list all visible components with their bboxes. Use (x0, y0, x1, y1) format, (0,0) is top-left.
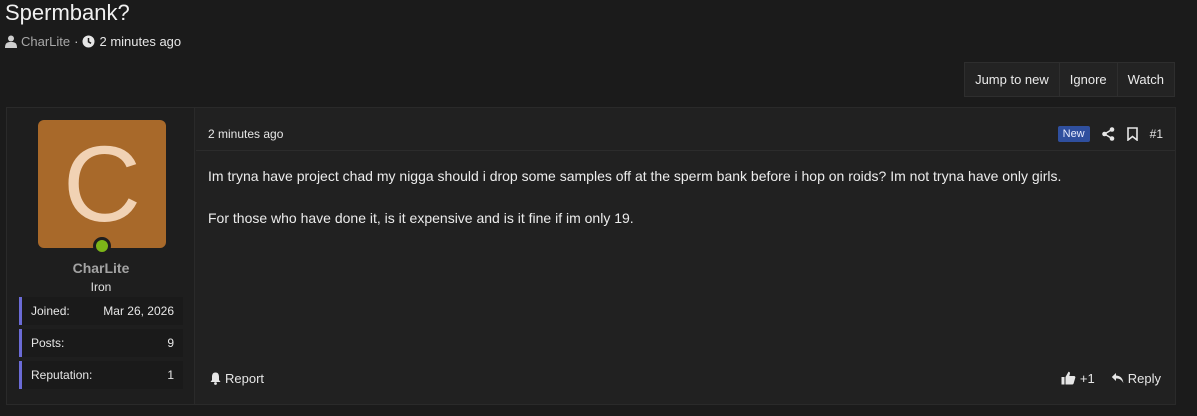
reply-label: Reply (1127, 370, 1161, 386)
stat-joined: Joined: Mar 26, 2026 (19, 297, 183, 325)
stat-posts: Posts: 9 (19, 329, 183, 357)
stat-value: Mar 26, 2026 (103, 304, 174, 318)
post-header: 2 minutes ago New #1 (208, 124, 1163, 144)
stat-label: Reputation: (31, 368, 93, 382)
meta-separator: · (74, 34, 79, 49)
bell-icon (210, 372, 221, 385)
user-icon (5, 35, 17, 48)
share-icon[interactable] (1101, 127, 1115, 141)
post-content: 2 minutes ago New #1 Im tryna have proje… (196, 108, 1175, 404)
thread-meta: CharLite · 2 minutes ago (5, 34, 181, 49)
post-header-actions: New #1 (1057, 126, 1163, 142)
stat-value: 1 (167, 368, 174, 382)
ignore-button[interactable]: Ignore (1058, 63, 1117, 96)
like-button[interactable]: +1 (1061, 371, 1095, 386)
reaction-count: +1 (1079, 370, 1095, 386)
post-time[interactable]: 2 minutes ago (208, 127, 283, 141)
username[interactable]: CharLite (7, 260, 195, 276)
stat-reputation: Reputation: 1 (19, 361, 183, 389)
bookmark-icon[interactable] (1126, 127, 1138, 141)
thread-action-bar: Jump to new Ignore Watch (964, 62, 1175, 97)
post-number-link[interactable]: #1 (1150, 127, 1163, 141)
reply-button[interactable]: Reply (1111, 371, 1161, 386)
watch-button[interactable]: Watch (1116, 63, 1174, 96)
message-paragraph: For those who have done it, is it expens… (208, 210, 634, 226)
jump-to-new-button[interactable]: Jump to new (965, 63, 1059, 96)
footer-left: Report (210, 371, 264, 386)
post-header-divider (196, 150, 1175, 151)
online-status-indicator (93, 237, 111, 255)
new-badge: New (1057, 126, 1090, 142)
post-message: Im tryna have project chad my nigga shou… (208, 166, 1163, 250)
stat-value: 9 (167, 336, 174, 350)
thread-time[interactable]: 2 minutes ago (99, 34, 181, 49)
stat-label: Joined: (31, 304, 70, 318)
post-footer: Report +1 Reply (210, 368, 1161, 388)
thread-author-link[interactable]: CharLite (21, 34, 70, 49)
clock-icon (82, 35, 95, 48)
message-paragraph: Im tryna have project chad my nigga shou… (208, 168, 1062, 184)
thumbs-up-icon (1061, 371, 1076, 385)
reply-icon (1111, 372, 1124, 384)
post: C CharLite Iron Joined: Mar 26, 2026 Pos… (6, 107, 1176, 405)
report-label: Report (225, 370, 265, 386)
user-rank: Iron (90, 280, 112, 294)
avatar[interactable]: C (38, 120, 166, 248)
footer-right: +1 Reply (1061, 371, 1161, 386)
report-button[interactable]: Report (210, 371, 264, 386)
post-user-cell: C CharLite Iron Joined: Mar 26, 2026 Pos… (7, 108, 195, 404)
thread-title: Spermbank? (5, 0, 130, 25)
stat-label: Posts: (31, 336, 65, 350)
